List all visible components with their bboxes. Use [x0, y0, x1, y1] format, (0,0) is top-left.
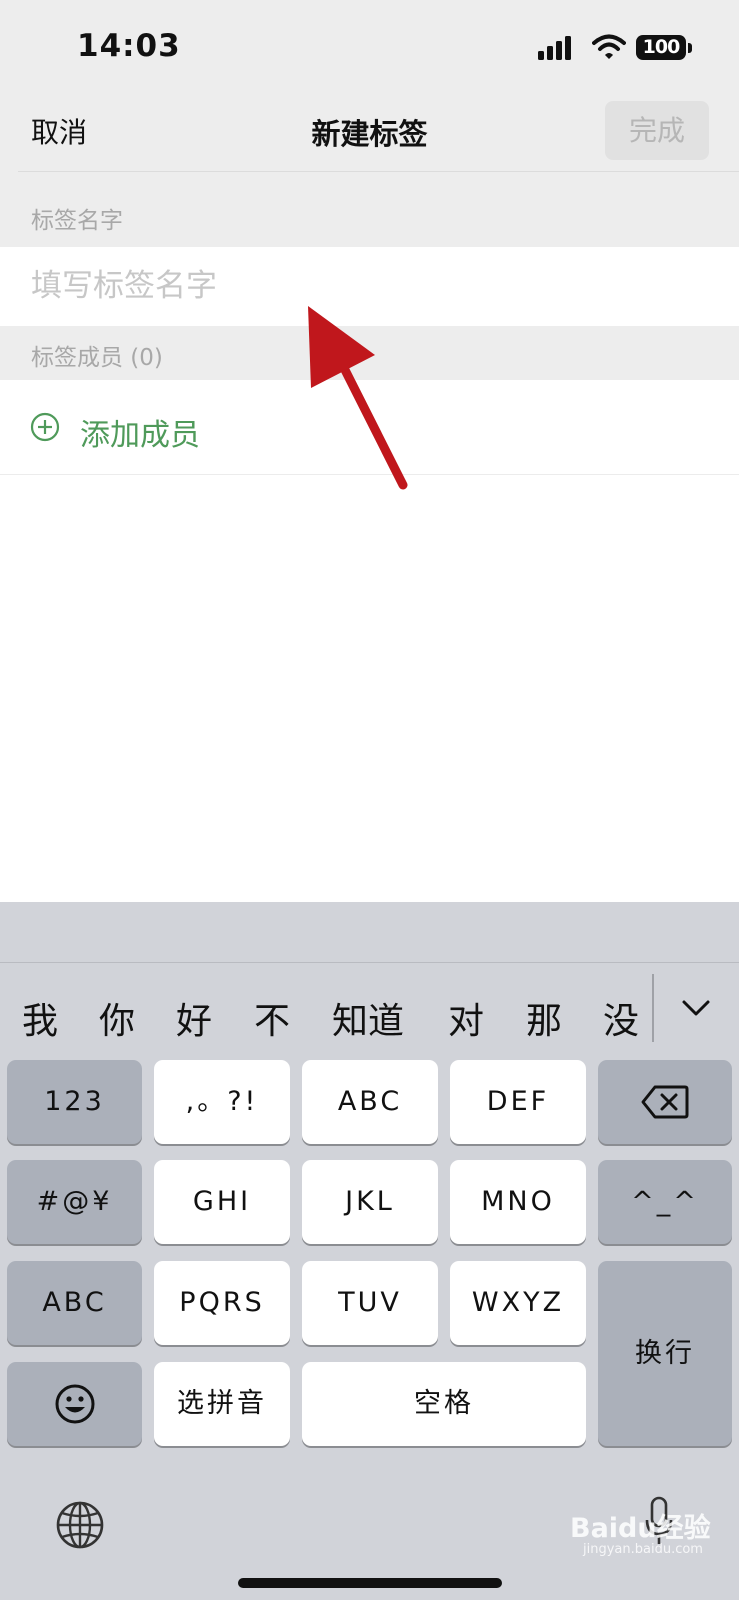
mno-key-label: MNO — [481, 1186, 555, 1217]
candidate-word[interactable]: 好 — [176, 992, 212, 1044]
home-indicator[interactable] — [238, 1578, 502, 1588]
space-key[interactable]: 空格 — [302, 1362, 586, 1446]
watermark-brand: Baidu经验 — [570, 1513, 711, 1544]
select-pinyin-key-label: 选拼音 — [177, 1388, 267, 1419]
annotation-arrow-icon — [308, 306, 408, 490]
ghi-key-label: GHI — [192, 1186, 252, 1217]
keyboard: 我 你 好 不 知道 对 那 没 123 ,。?! ABC DEF #@¥ GH… — [0, 902, 739, 1600]
keyboard-top-divider — [0, 962, 739, 963]
symbols-key-label: #@¥ — [36, 1186, 113, 1217]
abc-switch-key-label: ABC — [42, 1287, 107, 1318]
screen: 14:03 100 取消 新建标签 完成 标签名字 标签成员 (0) — [0, 0, 739, 1600]
candidate-word[interactable]: 没 — [603, 992, 639, 1044]
pqrs-key[interactable]: PQRS — [154, 1261, 290, 1345]
abc-key[interactable]: ABC — [302, 1060, 438, 1144]
jkl-key-label: JKL — [345, 1186, 395, 1217]
candidate-word[interactable]: 对 — [448, 992, 484, 1044]
candidate-word[interactable]: 那 — [526, 992, 562, 1044]
def-key-label: DEF — [486, 1086, 550, 1117]
num-key-label: 123 — [44, 1086, 105, 1117]
def-key[interactable]: DEF — [450, 1060, 586, 1144]
emoji-key[interactable] — [7, 1362, 142, 1446]
candidate-word[interactable]: 不 — [254, 992, 290, 1044]
delete-key[interactable] — [598, 1060, 732, 1144]
pqrs-key-label: PQRS — [179, 1287, 265, 1318]
abc-key-label: ABC — [337, 1086, 403, 1117]
num-key[interactable]: 123 — [7, 1060, 142, 1144]
enter-key-label: 换行 — [635, 1338, 695, 1369]
select-pinyin-key[interactable]: 选拼音 — [154, 1362, 290, 1446]
mno-key[interactable]: MNO — [450, 1160, 586, 1244]
watermark-url: jingyan.baidu.com — [583, 1542, 703, 1557]
abc-switch-key[interactable]: ABC — [7, 1261, 142, 1345]
ghi-key[interactable]: GHI — [154, 1160, 290, 1244]
tuv-key[interactable]: TUV — [302, 1261, 438, 1345]
jkl-key[interactable]: JKL — [302, 1160, 438, 1244]
emoji-icon — [55, 1384, 94, 1424]
candidate-word[interactable]: 你 — [99, 992, 135, 1044]
symbols-key[interactable]: #@¥ — [7, 1160, 142, 1244]
delete-icon — [641, 1085, 689, 1119]
punct-key[interactable]: ,。?! — [154, 1060, 290, 1144]
candidate-word[interactable]: 知道 — [332, 992, 404, 1044]
emoticon-key[interactable]: ^_^ — [598, 1160, 732, 1244]
enter-key[interactable]: 换行 — [598, 1261, 732, 1446]
punct-key-label: ,。?! — [185, 1086, 259, 1117]
tuv-key-label: TUV — [338, 1287, 402, 1318]
candidate-separator — [652, 974, 654, 1042]
space-key-label: 空格 — [414, 1388, 474, 1419]
chevron-down-icon[interactable] — [681, 998, 711, 1018]
emoticon-key-label: ^_^ — [631, 1186, 699, 1217]
wxyz-key[interactable]: WXYZ — [450, 1261, 586, 1345]
globe-icon[interactable] — [55, 1500, 105, 1550]
wxyz-key-label: WXYZ — [471, 1287, 565, 1318]
candidate-word[interactable]: 我 — [22, 992, 58, 1044]
